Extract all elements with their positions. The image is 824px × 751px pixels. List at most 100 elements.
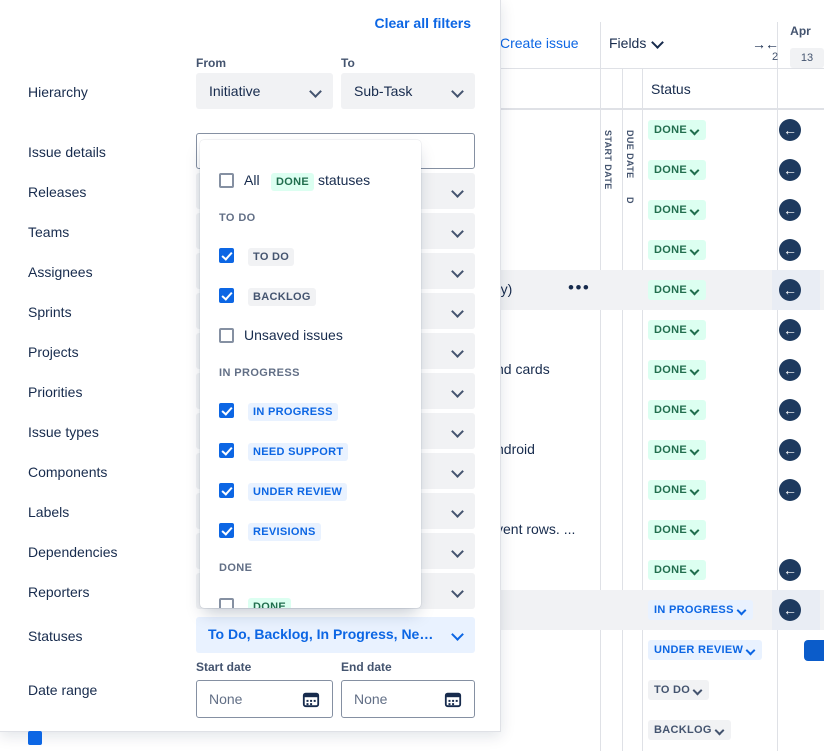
table-row[interactable]: DONE	[496, 310, 824, 350]
checkbox-done[interactable]	[219, 598, 234, 608]
status-badge[interactable]: DONE	[648, 520, 706, 540]
filter-label-dependencies: Dependencies	[28, 544, 118, 560]
timeline-scroll-left-icon[interactable]	[779, 439, 801, 461]
status-badge[interactable]: DONE	[648, 360, 706, 380]
timeline-scroll-left-icon[interactable]	[779, 399, 801, 421]
status-badge[interactable]: TO DO	[648, 680, 710, 700]
table-row[interactable]: DONE	[496, 110, 824, 150]
calendar-icon[interactable]	[444, 690, 462, 708]
status-badge[interactable]: DONE	[648, 280, 706, 300]
table-row[interactable]: DONE	[496, 150, 824, 190]
table-row[interactable]: vent rows. ... DONE	[496, 510, 824, 550]
timeline-scroll-left-icon[interactable]	[779, 159, 801, 181]
table-row[interactable]: UNDER REVIEW	[496, 630, 824, 670]
status-badge[interactable]: DONE	[648, 200, 706, 220]
status-option-done[interactable]: DONE	[200, 587, 421, 608]
status-group-header: IN PROGRESS	[219, 367, 300, 379]
checkbox-in-progress[interactable]	[219, 403, 234, 418]
status-badge[interactable]: DONE	[648, 560, 706, 580]
table-row[interactable]: DONE	[496, 230, 824, 270]
start-date-input[interactable]: None	[196, 680, 333, 718]
timeline-scroll-left-icon[interactable]	[779, 199, 801, 221]
checkbox-select-all[interactable]	[219, 173, 234, 188]
row-more-actions-icon[interactable]: •••	[568, 278, 590, 298]
calendar-icon[interactable]	[302, 690, 320, 708]
end-date-input[interactable]: None	[341, 680, 475, 718]
status-option-in-progress[interactable]: IN PROGRESS	[200, 392, 421, 432]
chevron-down-icon	[747, 646, 756, 655]
status-badge[interactable]: DONE	[648, 400, 706, 420]
clear-all-filters-link[interactable]: Clear all filters	[375, 15, 472, 31]
status-option-select-all[interactable]: All DONE statuses	[200, 162, 421, 202]
checkbox-to-do[interactable]	[219, 248, 234, 263]
timeline-scroll-left-icon[interactable]	[779, 119, 801, 141]
table-row[interactable]: DONE	[496, 190, 824, 230]
statuses-select[interactable]: To Do, Backlog, In Progress, Ne…	[196, 617, 475, 653]
table-row[interactable]: IN PROGRESS	[496, 590, 824, 630]
fields-dropdown-button[interactable]: Fields	[609, 35, 663, 51]
timeline-scroll-left-icon[interactable]	[779, 239, 801, 261]
status-badge-label: DONE	[654, 244, 687, 256]
chevron-down-icon	[453, 87, 462, 96]
filter-label-statuses: Statuses	[28, 628, 83, 644]
create-issue-button[interactable]: Create issue	[500, 35, 579, 51]
status-option-badge: BACKLOG	[248, 288, 316, 306]
chevron-down-icon	[453, 307, 462, 316]
timeline-scroll-left-icon[interactable]	[779, 359, 801, 381]
status-option-to-do[interactable]: TO DO	[200, 237, 421, 277]
status-badge[interactable]: BACKLOG	[648, 720, 731, 740]
chevron-down-icon	[691, 446, 700, 455]
status-badge[interactable]: DONE	[648, 160, 706, 180]
status-option-badge: TO DO	[248, 248, 295, 266]
table-row[interactable]: BACKLOG	[496, 710, 824, 750]
table-row[interactable]: ry) ••• DONE	[496, 270, 824, 310]
status-badge[interactable]: DONE	[648, 320, 706, 340]
hierarchy-to-select[interactable]: Sub-Task	[341, 73, 475, 109]
checkbox-unsaved-issues[interactable]	[219, 328, 234, 343]
status-badge[interactable]: IN PROGRESS	[648, 600, 753, 620]
end-date-value: None	[354, 691, 388, 707]
status-option-badge: DONE	[248, 598, 291, 608]
table-row[interactable]: DONE	[496, 550, 824, 590]
status-badge[interactable]: DONE	[648, 120, 706, 140]
status-badge[interactable]: DONE	[648, 440, 706, 460]
status-badge[interactable]: DONE	[648, 480, 706, 500]
table-row[interactable]: DONE	[496, 470, 824, 510]
status-option-unsaved-issues[interactable]: Unsaved issues	[200, 317, 421, 357]
checkbox-need-support[interactable]	[219, 443, 234, 458]
status-option-revisions[interactable]: REVISIONS	[200, 512, 421, 552]
status-option-need-support[interactable]: NEED SUPPORT	[200, 432, 421, 472]
chevron-down-icon	[691, 206, 700, 215]
timeline-scroll-left-icon[interactable]	[779, 599, 801, 621]
checkbox-backlog[interactable]	[219, 288, 234, 303]
filter-label-issue-details: Issue details	[28, 144, 106, 160]
status-option-under-review[interactable]: UNDER REVIEW	[200, 472, 421, 512]
select-all-lozenge: DONE	[271, 173, 314, 191]
filter-label-issue-types: Issue types	[28, 424, 99, 440]
status-badge[interactable]: UNDER REVIEW	[648, 640, 763, 660]
timeline-scroll-left-icon[interactable]	[779, 479, 801, 501]
status-badge[interactable]: DONE	[648, 240, 706, 260]
chevron-down-icon	[691, 566, 700, 575]
checkbox-revisions[interactable]	[219, 523, 234, 538]
hierarchy-from-select[interactable]: Initiative	[196, 73, 333, 109]
chevron-down-icon	[738, 606, 747, 615]
panel-bottom-checkbox[interactable]	[28, 731, 42, 745]
filter-label-sprints: Sprints	[28, 304, 72, 320]
table-row[interactable]: nd cards DONE	[496, 350, 824, 390]
status-option-backlog[interactable]: BACKLOG	[200, 277, 421, 317]
column-divider	[642, 69, 643, 110]
table-row[interactable]: TO DO	[496, 670, 824, 710]
status-badge-label: DONE	[654, 204, 687, 216]
chevron-down-icon	[453, 227, 462, 236]
table-row[interactable]: DONE	[496, 390, 824, 430]
chevron-down-icon	[453, 547, 462, 556]
timeline-scroll-left-icon[interactable]	[779, 559, 801, 581]
select-all-suffix: statuses	[318, 172, 371, 188]
status-badge-label: TO DO	[654, 684, 691, 696]
timeline-bar[interactable]	[804, 640, 824, 661]
timeline-scroll-left-icon[interactable]	[779, 279, 801, 301]
checkbox-under-review[interactable]	[219, 483, 234, 498]
timeline-scroll-left-icon[interactable]	[779, 319, 801, 341]
table-row[interactable]: ndroid DONE	[496, 430, 824, 470]
